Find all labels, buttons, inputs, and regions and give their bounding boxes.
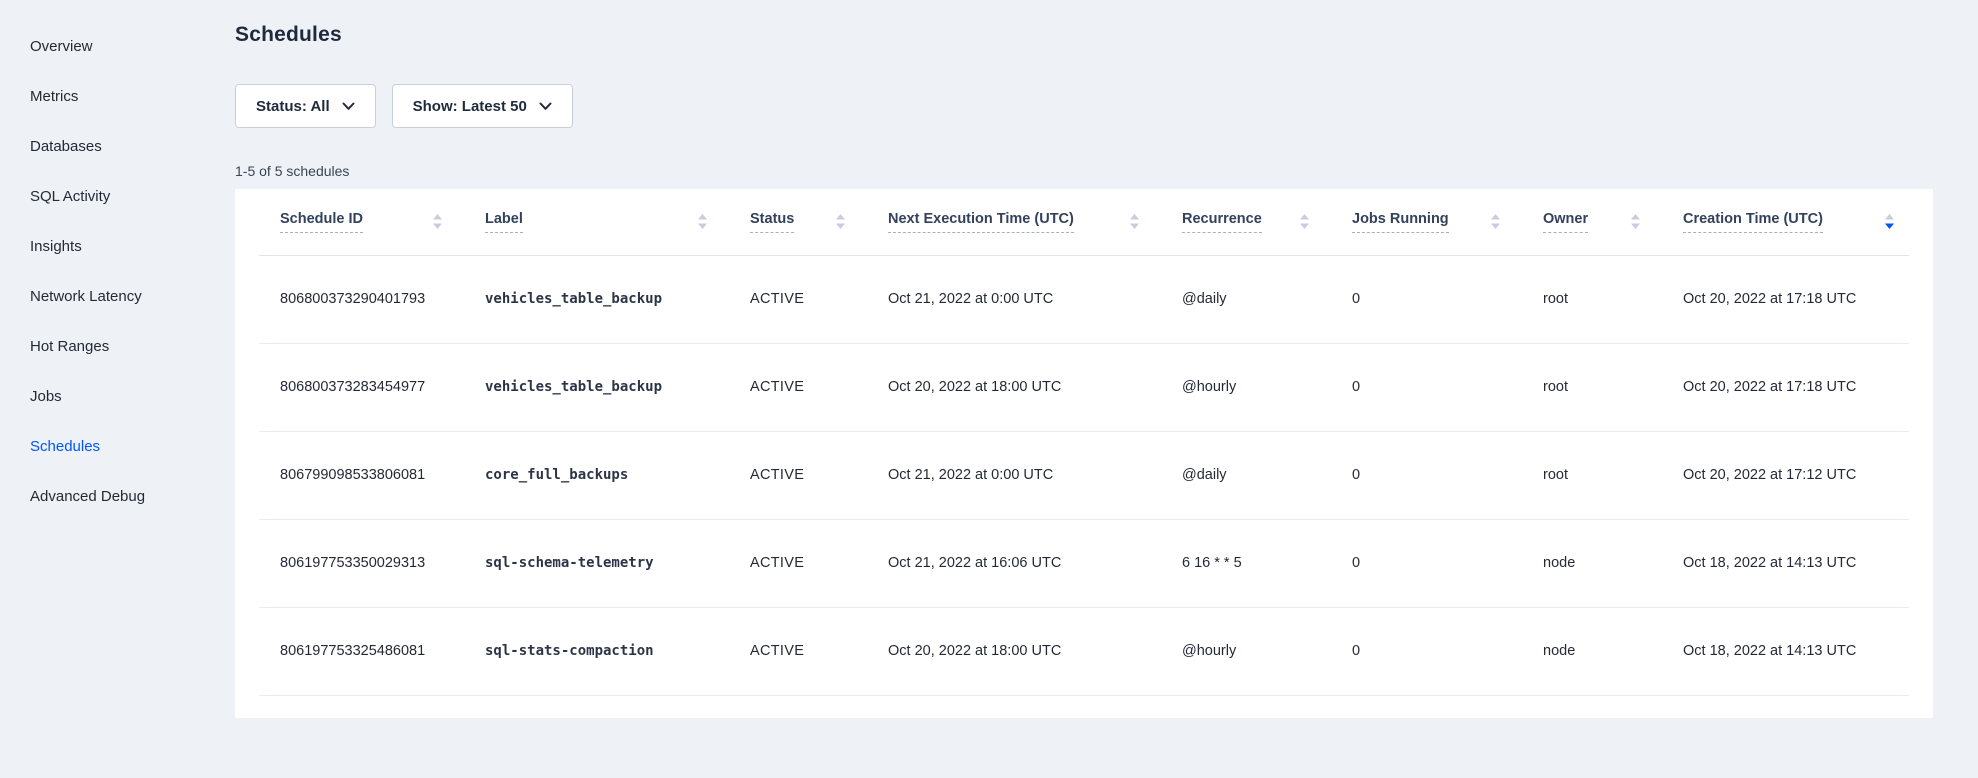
column-header-jobs-running[interactable]: Jobs Running <box>1352 189 1543 255</box>
sort-icon <box>1630 213 1641 230</box>
cell-recurrence: @hourly <box>1182 343 1352 431</box>
show-filter-dropdown[interactable]: Show: Latest 50 <box>392 84 573 128</box>
status-filter-label: Status: All <box>256 98 330 115</box>
sidebar-item-network-latency[interactable]: Network Latency <box>0 271 235 321</box>
sidebar-item-sql-activity[interactable]: SQL Activity <box>0 171 235 221</box>
cell-recurrence: 6 16 * * 5 <box>1182 519 1352 607</box>
cell-next-execution: Oct 21, 2022 at 16:06 UTC <box>888 519 1182 607</box>
cell-schedule-id: 806800373290401793 <box>259 255 485 343</box>
sidebar-item-schedules[interactable]: Schedules <box>0 421 235 471</box>
cell-schedule-id: 806197753325486081 <box>259 607 485 695</box>
schedules-table: Schedule ID Label Status <box>259 189 1909 696</box>
sidebar: Overview Metrics Databases SQL Activity … <box>0 21 235 521</box>
cell-label: sql-schema-telemetry <box>485 519 750 607</box>
column-header-label: Next Execution Time (UTC) <box>888 211 1074 233</box>
sidebar-item-overview[interactable]: Overview <box>0 21 235 71</box>
cell-label: core_full_backups <box>485 431 750 519</box>
sort-icon <box>697 213 708 230</box>
table-header-row: Schedule ID Label Status <box>259 189 1909 255</box>
column-header-label: Recurrence <box>1182 211 1262 233</box>
cell-owner: node <box>1543 607 1683 695</box>
cell-creation-time: Oct 18, 2022 at 14:13 UTC <box>1683 519 1909 607</box>
column-header-creation-time[interactable]: Creation Time (UTC) <box>1683 189 1909 255</box>
column-header-recurrence[interactable]: Recurrence <box>1182 189 1352 255</box>
cell-recurrence: @hourly <box>1182 607 1352 695</box>
filter-bar: Status: All Show: Latest 50 <box>235 84 1933 128</box>
cell-jobs-running: 0 <box>1352 519 1543 607</box>
table-row[interactable]: 806197753325486081 sql-stats-compaction … <box>259 607 1909 695</box>
cell-next-execution: Oct 21, 2022 at 0:00 UTC <box>888 255 1182 343</box>
sidebar-item-hot-ranges[interactable]: Hot Ranges <box>0 321 235 371</box>
cell-schedule-id: 806197753350029313 <box>259 519 485 607</box>
page-title: Schedules <box>235 20 1933 50</box>
cell-next-execution: Oct 20, 2022 at 18:00 UTC <box>888 607 1182 695</box>
table-row[interactable]: 806197753350029313 sql-schema-telemetry … <box>259 519 1909 607</box>
column-header-label[interactable]: Label <box>485 189 750 255</box>
cell-creation-time: Oct 18, 2022 at 14:13 UTC <box>1683 607 1909 695</box>
sort-icon <box>835 213 846 230</box>
schedules-table-card: Schedule ID Label Status <box>235 189 1933 718</box>
cell-label: vehicles_table_backup <box>485 255 750 343</box>
table-row[interactable]: 806800373290401793 vehicles_table_backup… <box>259 255 1909 343</box>
chevron-down-icon <box>342 102 355 111</box>
column-header-next-execution-time[interactable]: Next Execution Time (UTC) <box>888 189 1182 255</box>
cell-jobs-running: 0 <box>1352 343 1543 431</box>
cell-schedule-id: 806800373283454977 <box>259 343 485 431</box>
cell-next-execution: Oct 20, 2022 at 18:00 UTC <box>888 343 1182 431</box>
cell-jobs-running: 0 <box>1352 255 1543 343</box>
sort-icon-active-desc <box>1884 213 1895 230</box>
sidebar-item-insights[interactable]: Insights <box>0 221 235 271</box>
sort-icon <box>1490 213 1501 230</box>
main-content: Schedules Status: All Show: Latest 50 1-… <box>235 0 1933 718</box>
column-header-label: Status <box>750 211 794 233</box>
cell-owner: root <box>1543 343 1683 431</box>
cell-owner: root <box>1543 431 1683 519</box>
cell-status: ACTIVE <box>750 343 888 431</box>
sidebar-item-jobs[interactable]: Jobs <box>0 371 235 421</box>
cell-creation-time: Oct 20, 2022 at 17:18 UTC <box>1683 343 1909 431</box>
sort-icon <box>1299 213 1310 230</box>
sidebar-item-databases[interactable]: Databases <box>0 121 235 171</box>
cell-creation-time: Oct 20, 2022 at 17:18 UTC <box>1683 255 1909 343</box>
cell-owner: node <box>1543 519 1683 607</box>
cell-status: ACTIVE <box>750 431 888 519</box>
sidebar-item-advanced-debug[interactable]: Advanced Debug <box>0 471 235 521</box>
table-row[interactable]: 806799098533806081 core_full_backups ACT… <box>259 431 1909 519</box>
cell-status: ACTIVE <box>750 607 888 695</box>
column-header-label: Creation Time (UTC) <box>1683 211 1823 233</box>
column-header-schedule-id[interactable]: Schedule ID <box>259 189 485 255</box>
column-header-label: Jobs Running <box>1352 211 1449 233</box>
chevron-down-icon <box>539 102 552 111</box>
sort-icon <box>432 213 443 230</box>
cell-creation-time: Oct 20, 2022 at 17:12 UTC <box>1683 431 1909 519</box>
cell-status: ACTIVE <box>750 255 888 343</box>
cell-jobs-running: 0 <box>1352 607 1543 695</box>
column-header-status[interactable]: Status <box>750 189 888 255</box>
column-header-label: Schedule ID <box>280 211 363 233</box>
cell-schedule-id: 806799098533806081 <box>259 431 485 519</box>
column-header-label: Label <box>485 211 523 233</box>
cell-next-execution: Oct 21, 2022 at 0:00 UTC <box>888 431 1182 519</box>
results-count: 1-5 of 5 schedules <box>235 163 1933 180</box>
cell-recurrence: @daily <box>1182 255 1352 343</box>
table-row[interactable]: 806800373283454977 vehicles_table_backup… <box>259 343 1909 431</box>
column-header-label: Owner <box>1543 211 1588 233</box>
cell-label: vehicles_table_backup <box>485 343 750 431</box>
cell-jobs-running: 0 <box>1352 431 1543 519</box>
cell-label: sql-stats-compaction <box>485 607 750 695</box>
cell-status: ACTIVE <box>750 519 888 607</box>
status-filter-dropdown[interactable]: Status: All <box>235 84 376 128</box>
column-header-owner[interactable]: Owner <box>1543 189 1683 255</box>
cell-recurrence: @daily <box>1182 431 1352 519</box>
cell-owner: root <box>1543 255 1683 343</box>
sidebar-item-metrics[interactable]: Metrics <box>0 71 235 121</box>
show-filter-label: Show: Latest 50 <box>413 98 527 115</box>
sort-icon <box>1129 213 1140 230</box>
